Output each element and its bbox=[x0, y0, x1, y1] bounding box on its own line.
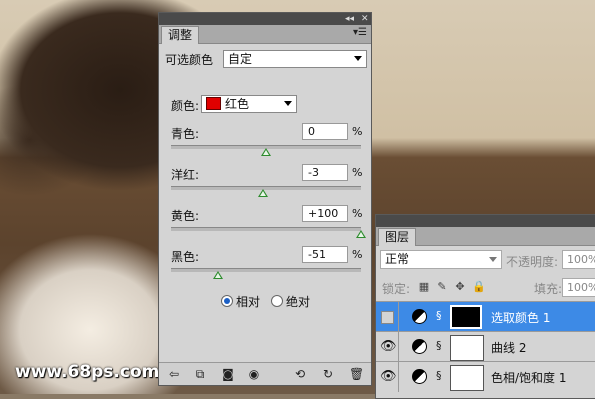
slider-value-field[interactable]: -51 bbox=[302, 246, 348, 263]
lock-paint-brush-icon[interactable]: ✎ bbox=[436, 281, 448, 293]
slider-thumb[interactable] bbox=[258, 189, 269, 197]
panel-tabbar: 调整 ▾☰ bbox=[159, 25, 371, 44]
radio-absolute[interactable]: 绝对 bbox=[271, 293, 310, 310]
colors-value: 红色 bbox=[225, 97, 250, 111]
slider-track[interactable] bbox=[171, 145, 361, 156]
lock-row: 锁定: ▦ ✎ ✥ 🔒 填充: 100% bbox=[376, 277, 595, 299]
percent-unit: % bbox=[352, 207, 363, 220]
visibility-cell[interactable]: 👁 bbox=[376, 332, 399, 362]
chevron-down-icon bbox=[489, 257, 497, 262]
slider-label: 黄色: bbox=[171, 209, 200, 223]
slider-label: 青色: bbox=[171, 127, 200, 141]
trash-icon[interactable]: 🗑 bbox=[349, 367, 364, 381]
radio-relative[interactable]: 相对 bbox=[221, 293, 260, 310]
chevron-down-icon bbox=[284, 101, 292, 106]
lock-label: 锁定: bbox=[382, 282, 411, 296]
layer-name: 色相/饱和度 1 bbox=[491, 371, 567, 385]
visibility-off-box[interactable] bbox=[381, 311, 394, 324]
preset-label: 可选颜色 bbox=[165, 53, 214, 67]
back-arrow-icon[interactable]: ⇦ bbox=[167, 367, 181, 381]
layer-mask-thumbnail[interactable] bbox=[450, 335, 484, 361]
slider-thumb[interactable] bbox=[212, 271, 223, 279]
panel-titlebar[interactable]: ◂◂ ✕ bbox=[159, 13, 371, 25]
percent-unit: % bbox=[352, 125, 363, 138]
chevron-down-icon bbox=[354, 56, 362, 61]
reset-icon[interactable]: ↻ bbox=[321, 367, 335, 381]
slider-label: 黑色: bbox=[171, 250, 200, 264]
view-previous-icon[interactable]: ⟲ bbox=[293, 367, 307, 381]
visibility-cell[interactable] bbox=[376, 302, 399, 332]
slider-value-field[interactable]: 0 bbox=[302, 123, 348, 140]
layer-row-selective-color[interactable]: § 选取颜色 1 bbox=[376, 301, 595, 332]
radio-relative-dot[interactable] bbox=[221, 295, 233, 307]
clip-layer-icon[interactable]: ◙ bbox=[221, 367, 235, 381]
close-icon[interactable]: ✕ bbox=[361, 13, 369, 25]
slider-label: 洋红: bbox=[171, 168, 200, 182]
layer-row-hue-saturation[interactable]: 👁 § 色相/饱和度 1 bbox=[376, 361, 595, 392]
eye-toggle-icon[interactable]: ◉ bbox=[247, 367, 261, 381]
radio-absolute-dot[interactable] bbox=[271, 295, 283, 307]
expand-view-icon[interactable]: ⧉ bbox=[193, 367, 207, 381]
layer-row-curves[interactable]: 👁 § 曲线 2 bbox=[376, 331, 595, 362]
watermark: www.68ps.com bbox=[15, 362, 160, 382]
slider-track[interactable] bbox=[171, 268, 361, 279]
colors-dropdown[interactable]: 红色 bbox=[201, 95, 297, 113]
opacity-field[interactable]: 100% bbox=[562, 250, 595, 269]
link-chain-icon[interactable]: § bbox=[436, 369, 442, 382]
radio-absolute-label: 绝对 bbox=[286, 295, 311, 309]
eye-icon[interactable]: 👁 bbox=[380, 369, 397, 384]
layers-tabbar: 图层 bbox=[376, 227, 595, 246]
lock-position-move-icon[interactable]: ✥ bbox=[454, 281, 466, 293]
blend-mode-dropdown[interactable]: 正常 bbox=[380, 250, 502, 269]
slider-track[interactable] bbox=[171, 227, 366, 238]
layers-titlebar[interactable] bbox=[376, 215, 595, 227]
adjustment-layer-icon bbox=[412, 309, 427, 324]
lock-all-icon[interactable]: 🔒 bbox=[472, 281, 486, 293]
slider-value-field[interactable]: +100 bbox=[302, 205, 348, 222]
percent-unit: % bbox=[352, 248, 363, 261]
blend-mode-value: 正常 bbox=[385, 252, 410, 266]
adjustment-layer-icon bbox=[412, 369, 427, 384]
layer-name: 选取颜色 1 bbox=[491, 311, 551, 325]
tab-adjustments[interactable]: 调整 bbox=[161, 26, 200, 44]
layer-mask-thumbnail[interactable] bbox=[450, 305, 482, 329]
colors-label: 颜色: bbox=[171, 99, 200, 113]
fill-field[interactable]: 100% bbox=[562, 278, 595, 297]
eye-icon[interactable]: 👁 bbox=[380, 339, 397, 354]
slider-thumb[interactable] bbox=[356, 230, 366, 238]
tab-layers[interactable]: 图层 bbox=[378, 228, 417, 246]
fill-label: 填充: bbox=[534, 282, 563, 296]
lock-transparency-icon[interactable]: ▦ bbox=[418, 281, 430, 293]
link-chain-icon[interactable]: § bbox=[436, 339, 442, 352]
preset-dropdown[interactable]: 自定 bbox=[223, 50, 367, 68]
slider-thumb[interactable] bbox=[261, 148, 271, 156]
opacity-label: 不透明度: bbox=[506, 255, 559, 269]
adjustment-layer-icon bbox=[412, 339, 427, 354]
layers-panel: 图层 正常 不透明度: 100% 锁定: ▦ ✎ ✥ 🔒 填充: 100% § … bbox=[375, 214, 595, 399]
link-chain-icon[interactable]: § bbox=[436, 309, 442, 322]
slider-value-field[interactable]: -3 bbox=[302, 164, 348, 181]
visibility-cell[interactable]: 👁 bbox=[376, 362, 399, 392]
adjustments-footer: ⇦ ⧉ ◙ ◉ ⟲ ↻ 🗑 bbox=[159, 362, 371, 385]
percent-unit: % bbox=[352, 166, 363, 179]
adjustments-panel: ◂◂ ✕ 调整 ▾☰ 可选颜色 自定 颜色: 红色 青色: 0% 洋红: -3% 黄色:… bbox=[158, 12, 372, 386]
preset-value: 自定 bbox=[228, 52, 253, 66]
red-swatch-icon bbox=[206, 97, 221, 110]
panel-menu-icon[interactable]: ▾☰ bbox=[353, 27, 367, 38]
radio-relative-label: 相对 bbox=[236, 295, 261, 309]
collapse-icon[interactable]: ◂◂ bbox=[345, 13, 354, 25]
layer-name: 曲线 2 bbox=[491, 341, 527, 355]
layer-mask-thumbnail[interactable] bbox=[450, 365, 484, 391]
slider-track[interactable] bbox=[171, 186, 361, 197]
